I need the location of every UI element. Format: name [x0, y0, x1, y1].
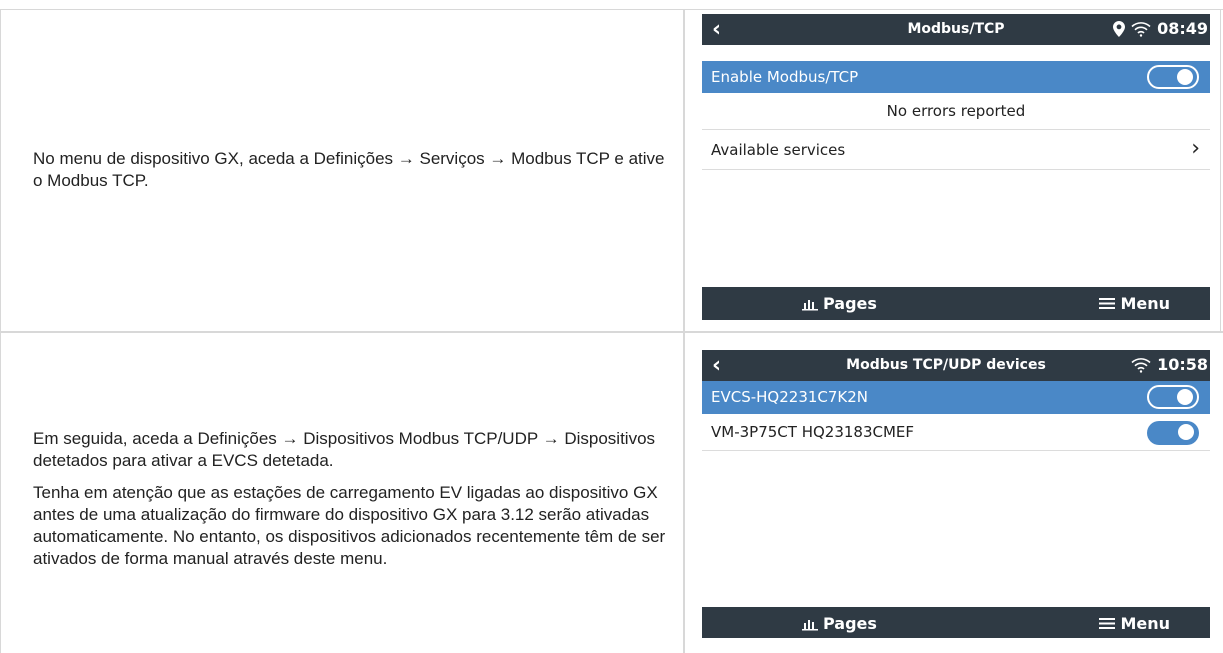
clock-time: 08:49: [1157, 19, 1208, 38]
status-row: No errors reported: [702, 93, 1210, 130]
clock-time: 10:58: [1157, 355, 1208, 374]
menu-label: Menu: [1120, 294, 1170, 313]
chevron-right-icon: ›: [1191, 136, 1200, 161]
menu-icon: [1099, 298, 1116, 309]
row1-description-text: No menu de dispositivo GX, aceda a Defin…: [33, 149, 665, 190]
menu-button[interactable]: Menu: [1099, 294, 1170, 313]
device-label: EVCS-HQ2231C7K2N: [711, 388, 869, 406]
pages-label: Pages: [823, 294, 877, 313]
pages-icon: [802, 619, 818, 630]
device-row-evcs[interactable]: EVCS-HQ2231C7K2N: [702, 381, 1210, 414]
device-label: VM-3P75CT HQ23183CMEF: [711, 423, 915, 441]
row2-description-text-2: Tenha em atenção que as estações de carr…: [33, 483, 666, 568]
enable-modbus-toggle[interactable]: [1147, 65, 1199, 89]
row2-description-text-1: Em seguida, aceda a Definições → Disposi…: [33, 429, 656, 470]
row1-description: No menu de dispositivo GX, aceda a Defin…: [33, 148, 668, 202]
modbus-tcp-screen: ‹ Modbus/TCP 08:49 Enable Modbus/TCP No …: [702, 14, 1210, 320]
table-column-divider: [683, 9, 685, 653]
table-right-border: [1220, 9, 1221, 331]
wifi-icon: [1131, 21, 1151, 37]
pages-button[interactable]: Pages: [802, 294, 877, 313]
device-enable-toggle[interactable]: [1147, 421, 1199, 445]
menu-button[interactable]: Menu: [1099, 614, 1170, 633]
menu-icon: [1099, 618, 1116, 629]
screen-title: Modbus TCP/UDP devices: [846, 357, 1046, 373]
enable-modbus-label: Enable Modbus/TCP: [711, 68, 859, 86]
device-row-meter[interactable]: VM-3P75CT HQ23183CMEF: [702, 414, 1210, 451]
toggle-knob: [1177, 69, 1193, 85]
pages-button[interactable]: Pages: [802, 614, 877, 633]
pages-icon: [802, 299, 818, 310]
status-area: 08:49: [1113, 19, 1210, 38]
toggle-knob: [1177, 389, 1193, 405]
row2-description: Em seguida, aceda a Definições → Disposi…: [33, 428, 668, 580]
screen-topbar: ‹ Modbus/TCP 08:49: [702, 14, 1210, 45]
pages-label: Pages: [823, 614, 877, 633]
status-area: 10:58: [1131, 355, 1210, 374]
device-enable-toggle[interactable]: [1147, 385, 1199, 409]
table-top-border: [0, 9, 1223, 10]
location-pin-icon: [1113, 20, 1126, 37]
available-services-label: Available services: [711, 141, 846, 159]
menu-label: Menu: [1120, 614, 1170, 633]
table-row-divider: [0, 331, 1223, 333]
status-text: No errors reported: [886, 102, 1026, 120]
modbus-devices-screen: ‹ Modbus TCP/UDP devices 10:58 EVCS-HQ22…: [702, 350, 1210, 638]
enable-modbus-row[interactable]: Enable Modbus/TCP: [702, 61, 1210, 93]
table-left-border: [0, 9, 1, 653]
wifi-icon: [1131, 357, 1151, 373]
available-services-row[interactable]: Available services ›: [702, 130, 1210, 170]
screen-bottombar: Pages Menu: [702, 607, 1210, 638]
screen-bottombar: Pages Menu: [702, 287, 1210, 320]
toggle-knob: [1178, 424, 1194, 440]
screen-topbar: ‹ Modbus TCP/UDP devices 10:58: [702, 350, 1210, 381]
